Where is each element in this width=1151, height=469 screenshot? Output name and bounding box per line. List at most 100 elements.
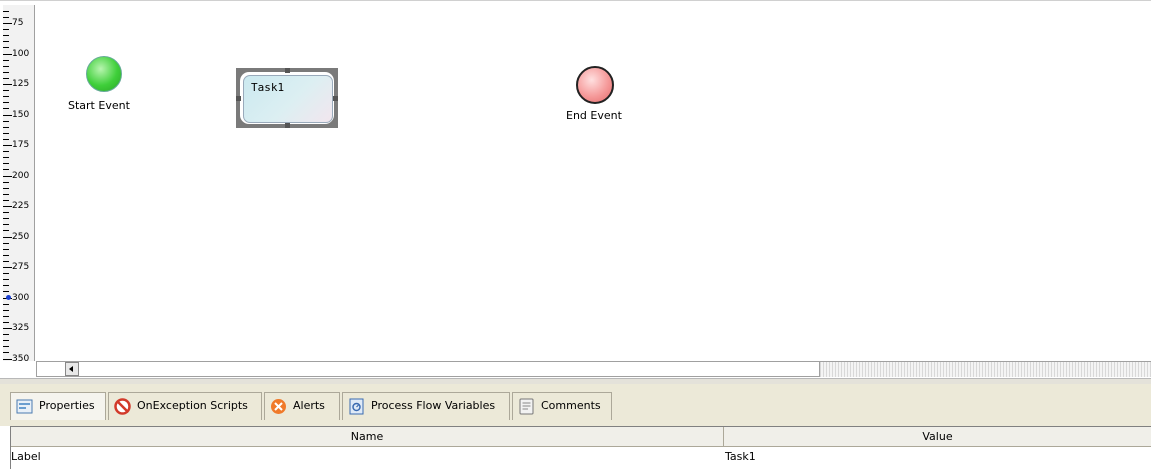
tab-label: Comments: [541, 399, 601, 412]
ruler-minor-tick: [3, 303, 9, 305]
tab-process-flow-variables[interactable]: Process Flow Variables: [342, 392, 510, 420]
ruler-minor-tick: [3, 248, 9, 250]
property-name-cell[interactable]: Label: [11, 447, 41, 467]
ruler-label: 300: [12, 292, 30, 303]
no-entry-icon: [114, 398, 131, 415]
resize-handle-bottom[interactable]: [285, 123, 290, 128]
end-event-label: End Event: [566, 109, 622, 122]
ruler-label: 225: [12, 201, 30, 211]
ruler-minor-tick: [3, 96, 9, 98]
column-header-name[interactable]: Name: [11, 427, 724, 447]
ruler-minor-tick: [3, 108, 9, 110]
resize-handle-left[interactable]: [236, 96, 241, 101]
ruler-minor-tick: [3, 242, 9, 244]
ruler-label: 250: [12, 231, 30, 242]
ruler-minor-tick: [3, 41, 9, 43]
tab-alerts[interactable]: Alerts: [264, 392, 340, 420]
ruler-minor-tick: [3, 59, 9, 61]
horizontal-scrollbar[interactable]: [36, 361, 820, 377]
ruler-major-tick: [3, 328, 12, 329]
end-event-node[interactable]: [576, 66, 614, 104]
start-event-node[interactable]: [86, 56, 122, 92]
ruler-major-tick: [3, 23, 12, 24]
ruler-minor-tick: [3, 138, 9, 140]
ruler-minor-tick: [3, 346, 9, 348]
tab-label: Process Flow Variables: [371, 399, 496, 412]
ruler-label: 200: [12, 170, 30, 181]
ruler-minor-tick: [3, 199, 9, 201]
ruler-minor-tick: [3, 254, 9, 256]
properties-icon: [16, 399, 33, 414]
properties-table: Name Value Label Task1: [10, 426, 1151, 469]
task-node-label: Task1: [251, 81, 285, 94]
diagram-canvas[interactable]: 75 100 125 150 175 200 225 250 275 300 325 350 Star…: [0, 0, 1151, 379]
ruler-minor-tick: [3, 273, 9, 275]
ruler-label: 175: [12, 140, 30, 150]
ruler-minor-tick: [3, 90, 9, 92]
ruler-minor-tick: [3, 181, 9, 183]
ruler-label: 75: [12, 18, 24, 28]
ruler-major-tick: [3, 358, 12, 360]
ruler-minor-tick: [3, 102, 9, 104]
ruler-major-tick: [3, 206, 12, 207]
ruler-minor-tick: [3, 285, 9, 287]
ruler-minor-tick: [3, 334, 9, 336]
ruler-minor-tick: [3, 260, 9, 262]
ruler-minor-tick: [3, 212, 9, 214]
ruler-minor-tick: [3, 16, 9, 18]
ruler-label: 350: [12, 353, 30, 362]
ruler-minor-tick: [3, 163, 9, 165]
ruler-minor-tick: [3, 224, 9, 226]
start-event-label: Start Event: [68, 99, 130, 112]
ruler-label: 125: [12, 79, 30, 89]
ruler-minor-tick: [3, 309, 9, 311]
ruler-major-tick: [3, 267, 12, 268]
variables-icon: [349, 398, 364, 415]
tab-label: OnException Scripts: [137, 399, 248, 412]
ruler-minor-tick: [3, 35, 9, 37]
ruler-minor-tick: [3, 47, 9, 49]
task-node[interactable]: Task1: [243, 75, 333, 123]
tab-onexception-scripts[interactable]: OnException Scripts: [108, 392, 262, 420]
ruler-minor-tick: [3, 126, 9, 128]
ruler-minor-tick: [3, 193, 9, 195]
ruler-label: 100: [12, 48, 30, 59]
ruler-minor-tick: [3, 187, 9, 189]
ruler-position-marker: [6, 294, 11, 300]
ruler-major-tick: [3, 114, 12, 116]
vertical-ruler: 75 100 125 150 175 200 225 250 275 300 325 350: [3, 5, 35, 361]
ruler-minor-tick: [3, 321, 9, 323]
ruler-minor-tick: [3, 77, 9, 79]
ruler-major-tick: [3, 53, 12, 55]
ruler-major-tick: [3, 236, 12, 238]
ruler-major-tick: [3, 145, 12, 146]
ruler-major-tick: [3, 175, 12, 177]
bottom-tabs-bar: Properties OnException Scripts Alerts Pr…: [0, 384, 1151, 426]
ruler-minor-tick: [3, 352, 9, 354]
resize-handle-top[interactable]: [285, 68, 290, 73]
ruler-minor-tick: [3, 65, 9, 67]
task-node-selection[interactable]: Task1: [236, 68, 338, 128]
column-header-value[interactable]: Value: [724, 427, 1151, 447]
ruler-minor-tick: [3, 315, 9, 317]
ruler-minor-tick: [3, 71, 9, 73]
resize-handle-right[interactable]: [333, 96, 338, 101]
comments-icon: [519, 398, 534, 415]
tab-properties[interactable]: Properties: [10, 392, 106, 420]
ruler-minor-tick: [3, 291, 9, 293]
property-value-cell[interactable]: Task1: [725, 447, 756, 467]
ruler-minor-tick: [3, 10, 9, 12]
scrollbar-hatch-area: [820, 361, 1151, 377]
ruler-label: 275: [12, 262, 30, 272]
ruler-label: 150: [12, 109, 30, 120]
ruler-minor-tick: [3, 157, 9, 159]
ruler-minor-tick: [3, 29, 9, 31]
tab-label: Properties: [39, 399, 95, 412]
ruler-label: 325: [12, 323, 30, 333]
alert-x-icon: [271, 399, 286, 414]
tab-comments[interactable]: Comments: [512, 392, 612, 420]
ruler-minor-tick: [3, 169, 9, 171]
tab-label: Alerts: [293, 399, 325, 412]
ruler-minor-tick: [3, 120, 9, 122]
scroll-left-arrow-icon[interactable]: [65, 362, 79, 376]
